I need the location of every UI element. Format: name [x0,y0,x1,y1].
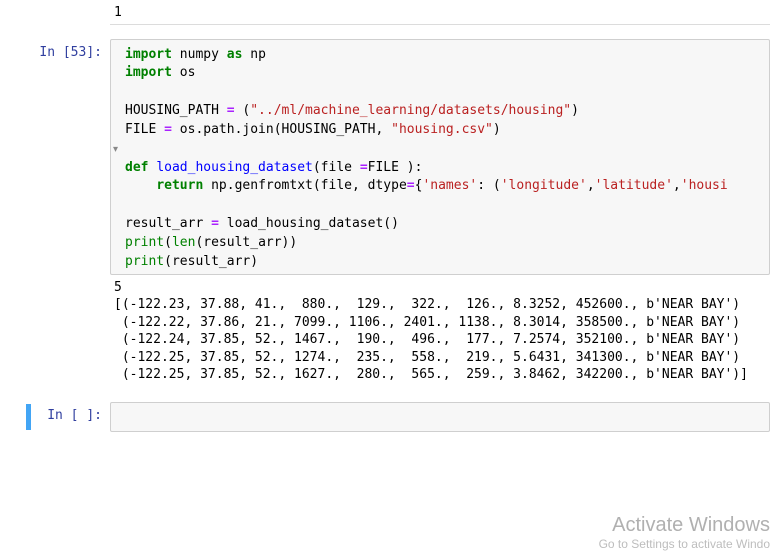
code-text[interactable]: import numpy as np import os HOUSING_PAT… [125,46,761,272]
code-editor[interactable]: ▾ import numpy as np import os HOUSING_P… [110,39,770,275]
watermark-line1: Activate Windows [599,514,770,537]
jupyter-notebook: 1 In [53]: ▾ import numpy as np import o… [0,4,780,432]
input-prompt-empty: In [ ]: [0,402,110,429]
code-cell-53: In [53]: ▾ import numpy as np import os … [0,39,770,392]
prev-output-text: 1 [110,4,770,24]
fold-triangle-icon[interactable]: ▾ [113,144,118,155]
code-scroll-region[interactable]: import numpy as np import os HOUSING_PAT… [111,46,769,274]
prev-output-prompt [0,4,110,16]
windows-activation-watermark: Activate Windows Go to Settings to activ… [599,514,770,551]
empty-code-cell[interactable]: In [ ]: [0,402,770,432]
watermark-line2: Go to Settings to activate Windo [599,537,770,551]
input-prompt-53: In [53]: [0,39,110,66]
cell-53-output: 5 [(-122.23, 37.88, 41., 880., 129., 322… [110,275,770,392]
empty-code-editor[interactable] [110,402,770,432]
prev-output-cell: 1 [0,4,770,25]
